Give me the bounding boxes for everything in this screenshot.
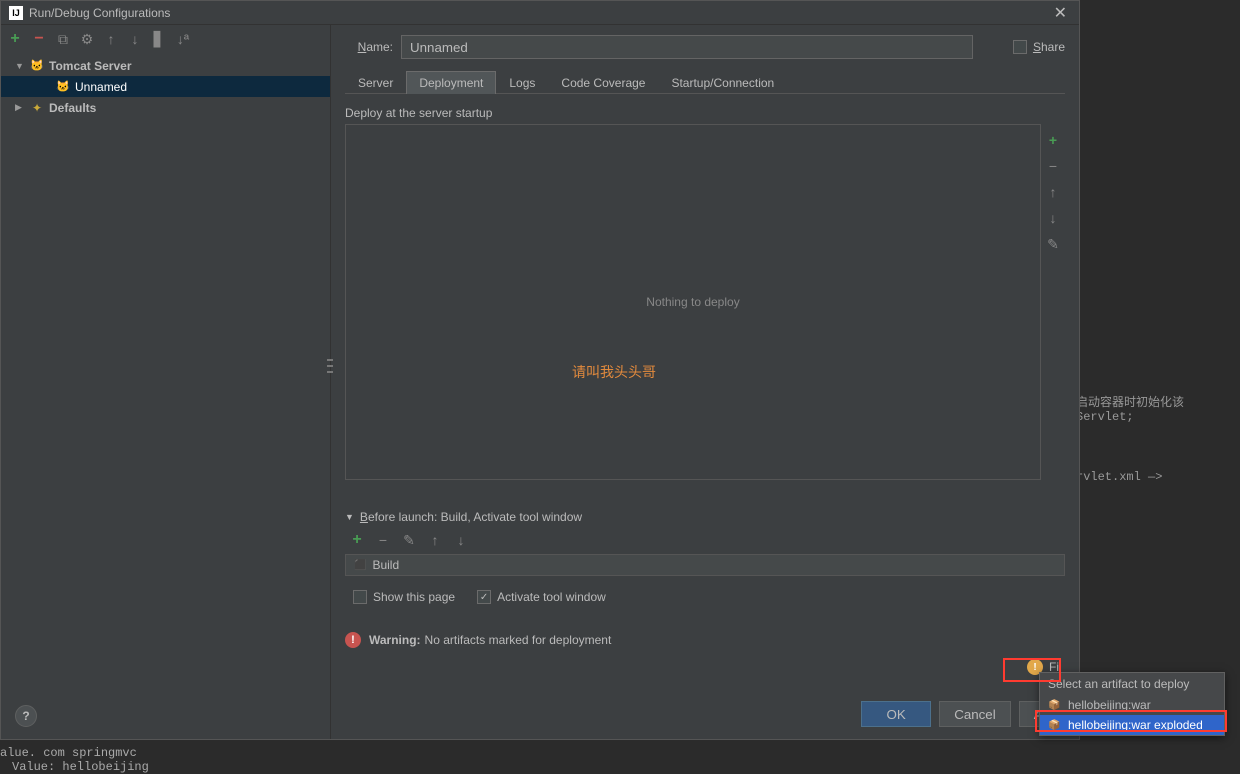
- name-label: Name:: [345, 40, 393, 54]
- before-launch-label: Before launch: Build, Activate tool wind…: [360, 510, 582, 524]
- task-down-icon[interactable]: ↓: [453, 532, 469, 548]
- copy-config-icon[interactable]: ⧉: [55, 31, 71, 47]
- deploy-list: Nothing to deploy: [345, 124, 1041, 480]
- tab-startup-connection[interactable]: Startup/Connection: [658, 71, 787, 94]
- bg-code-line: 启动容器时初始化该Servlet;: [1076, 393, 1240, 424]
- activate-tool-window-option[interactable]: ✓ Activate tool window: [477, 590, 606, 604]
- folder-icon[interactable]: ▋: [151, 31, 167, 47]
- build-item-label: Build: [372, 558, 399, 572]
- tree-tomcat-server[interactable]: ▼ 🐱 Tomcat Server: [1, 55, 330, 76]
- annotation-box-exploded: [1035, 710, 1227, 732]
- deploy-section-label: Deploy at the server startup: [345, 106, 1065, 120]
- annotation-box-fix: [1003, 658, 1061, 682]
- add-config-icon[interactable]: +: [7, 31, 23, 47]
- split-drag-handle[interactable]: [327, 359, 333, 373]
- warning-text: No artifacts marked for deployment: [425, 633, 612, 647]
- artifact-up-icon[interactable]: ↑: [1045, 184, 1061, 200]
- tomcat-local-icon: 🐱: [55, 80, 71, 94]
- tree-label: Tomcat Server: [49, 59, 131, 73]
- config-toolbar: + − ⧉ ⚙ ↑ ↓ ▋ ↓ª: [1, 25, 330, 53]
- build-icon: ⬛: [354, 560, 366, 571]
- bg-code-line: Value: hellobeijing: [12, 760, 149, 774]
- deploy-empty-text: Nothing to deploy: [646, 295, 739, 309]
- move-up-icon[interactable]: ↑: [103, 31, 119, 47]
- popup-title: Select an artifact to deploy: [1040, 673, 1224, 695]
- tomcat-icon: 🐱: [29, 59, 45, 73]
- share-label: Share: [1033, 40, 1065, 54]
- help-button[interactable]: ?: [15, 705, 37, 727]
- run-debug-dialog: IJ Run/Debug Configurations ✕ + − ⧉ ⚙ ↑ …: [0, 0, 1080, 740]
- before-launch-list[interactable]: ⬛ Build: [345, 554, 1065, 576]
- activate-window-checkbox[interactable]: ✓: [477, 590, 491, 604]
- config-detail-panel: Name: Share Server Deployment Logs Code …: [331, 25, 1079, 739]
- bg-code-line: alue. com springmvc: [0, 746, 137, 760]
- cancel-button[interactable]: Cancel: [939, 701, 1011, 727]
- tree-label: Unnamed: [75, 80, 127, 94]
- tab-code-coverage[interactable]: Code Coverage: [548, 71, 658, 94]
- move-down-icon[interactable]: ↓: [127, 31, 143, 47]
- sort-icon[interactable]: ↓ª: [175, 31, 191, 47]
- wrench-icon: ✦: [29, 101, 45, 115]
- edit-artifact-icon[interactable]: ✎: [1045, 236, 1061, 252]
- show-page-label: Show this page: [373, 590, 455, 604]
- warning-row: ! Warning: No artifacts marked for deplo…: [345, 632, 1065, 648]
- remove-task-icon[interactable]: −: [375, 532, 391, 548]
- add-artifact-icon[interactable]: +: [1045, 132, 1061, 148]
- share-checkbox[interactable]: [1013, 40, 1027, 54]
- ok-button[interactable]: OK: [861, 701, 931, 727]
- task-up-icon[interactable]: ↑: [427, 532, 443, 548]
- settings-icon[interactable]: ⚙: [79, 31, 95, 47]
- tree-unnamed[interactable]: 🐱 Unnamed: [1, 76, 330, 97]
- artifact-down-icon[interactable]: ↓: [1045, 210, 1061, 226]
- titlebar: IJ Run/Debug Configurations ✕: [1, 1, 1079, 25]
- show-this-page-option[interactable]: Show this page: [353, 590, 455, 604]
- tab-deployment[interactable]: Deployment: [406, 71, 496, 94]
- activate-window-label: Activate tool window: [497, 590, 606, 604]
- chevron-down-icon: ▼: [345, 512, 354, 522]
- tab-server[interactable]: Server: [345, 71, 406, 94]
- config-tabs: Server Deployment Logs Code Coverage Sta…: [345, 71, 1065, 94]
- tree-defaults[interactable]: ▶ ✦ Defaults: [1, 97, 330, 118]
- remove-artifact-icon[interactable]: −: [1045, 158, 1061, 174]
- warning-label: Warning:: [369, 633, 421, 647]
- chevron-down-icon: ▼: [15, 61, 25, 71]
- show-page-checkbox[interactable]: [353, 590, 367, 604]
- before-launch-header[interactable]: ▼ Before launch: Build, Activate tool wi…: [345, 510, 1065, 524]
- app-icon: IJ: [9, 6, 23, 20]
- add-task-icon[interactable]: +: [349, 532, 365, 548]
- bg-code-line: rvlet.xml —>: [1076, 470, 1162, 484]
- artifact-icon: 📦: [1048, 700, 1062, 711]
- configurations-panel: + − ⧉ ⚙ ↑ ↓ ▋ ↓ª ▼ 🐱 Tomcat Server 🐱 Unn…: [1, 25, 331, 739]
- name-input[interactable]: [401, 35, 973, 59]
- chevron-right-icon: ▶: [15, 102, 25, 113]
- dialog-title: Run/Debug Configurations: [29, 6, 1050, 20]
- config-tree: ▼ 🐱 Tomcat Server 🐱 Unnamed ▶ ✦ Defaults: [1, 53, 330, 739]
- before-launch-toolbar: + − ✎ ↑ ↓: [345, 532, 1065, 548]
- watermark-text: 请叫我头头哥: [572, 362, 656, 382]
- close-icon[interactable]: ✕: [1050, 3, 1071, 23]
- tab-logs[interactable]: Logs: [496, 71, 548, 94]
- tree-label: Defaults: [49, 101, 96, 115]
- deploy-toolbar: + − ↑ ↓ ✎: [1041, 124, 1065, 480]
- remove-config-icon[interactable]: −: [31, 31, 47, 47]
- edit-task-icon[interactable]: ✎: [401, 532, 417, 548]
- error-icon: !: [345, 632, 361, 648]
